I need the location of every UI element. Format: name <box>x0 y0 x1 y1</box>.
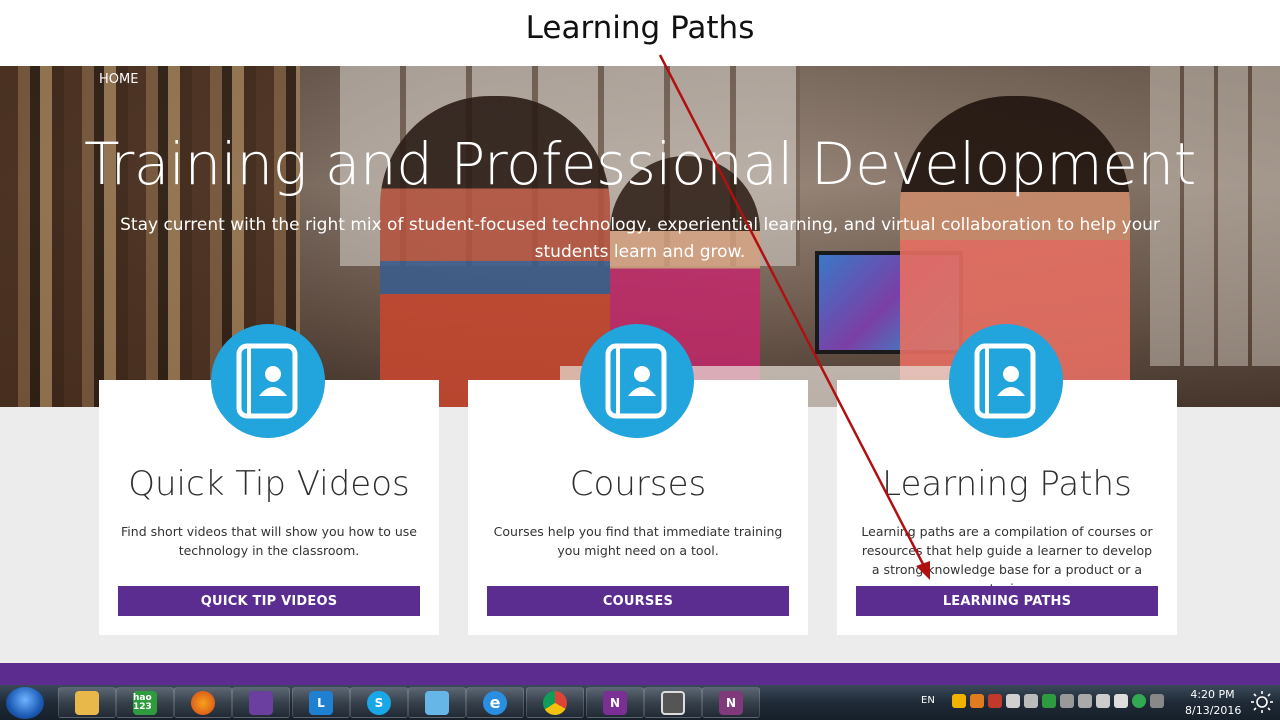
learning-paths-button[interactable]: LEARNING PATHS <box>856 586 1158 616</box>
brightness-icon[interactable] <box>1251 691 1273 713</box>
card-title: Courses <box>569 464 707 504</box>
courses-button[interactable]: COURSES <box>487 586 789 616</box>
card-description: Find short videos that will show you how… <box>121 524 417 558</box>
language-indicator[interactable]: EN <box>921 695 935 706</box>
tray-app-icon[interactable] <box>1006 694 1020 708</box>
tray-volume-icon[interactable] <box>1096 694 1110 708</box>
card-title: Quick Tip Videos <box>128 464 410 504</box>
slide-title: Learning Paths <box>525 10 755 46</box>
tray-app-icon[interactable] <box>1150 694 1164 708</box>
card-quick-tip-videos: Quick Tip Videos Find short videos that … <box>99 324 439 635</box>
firefox-icon <box>191 690 215 715</box>
taskbar-app-internet-explorer[interactable]: e <box>466 687 524 718</box>
tray-signal-icon[interactable] <box>1078 694 1092 708</box>
taskbar-app-firefox[interactable] <box>174 687 232 718</box>
windows-start-icon[interactable] <box>6 687 44 719</box>
tray-flag-icon[interactable] <box>988 694 1002 708</box>
tray-app-icon[interactable] <box>970 694 984 708</box>
network-sync-icon <box>425 690 449 715</box>
tray-app-icon[interactable] <box>1024 694 1038 708</box>
tray-network-icon[interactable] <box>1060 694 1074 708</box>
movie-maker-icon <box>661 690 685 715</box>
taskbar-app-onenote[interactable]: N <box>702 687 760 718</box>
taskbar-app-movie-maker[interactable] <box>644 687 702 718</box>
hao123-icon: hao 123 <box>133 690 157 715</box>
skype-icon: S <box>367 690 391 715</box>
quick-tip-videos-button[interactable]: QUICK TIP VIDEOS <box>118 586 420 616</box>
taskbar-app-file-explorer[interactable] <box>58 687 116 718</box>
page-subtitle: Stay current with the right mix of stude… <box>120 215 1160 262</box>
tray-app-icon[interactable] <box>1114 694 1128 708</box>
card-description: Courses help you find that immediate tra… <box>493 524 783 558</box>
taskbar-app-hao123[interactable]: hao 123 <box>116 687 174 718</box>
taskbar-app-skype[interactable]: S <box>350 687 408 718</box>
taskbar-app-onenote-clipper[interactable]: N <box>586 687 644 718</box>
internet-explorer-icon: e <box>483 690 507 715</box>
taskbar-app-network[interactable] <box>408 687 466 718</box>
breadcrumb-home[interactable]: HOME <box>99 72 138 87</box>
chrome-icon <box>543 690 567 715</box>
page-title: Training and Professional Development <box>84 130 1196 198</box>
card-courses: Courses Courses help you find that immed… <box>468 324 808 635</box>
clock-time[interactable]: 4:20 PM <box>1185 688 1240 701</box>
contact-book-icon <box>949 324 1063 438</box>
lync-icon: L <box>309 690 333 715</box>
footer-band <box>0 663 1280 685</box>
tray-app-icon[interactable] <box>952 694 966 708</box>
visual-studio-icon <box>249 690 273 715</box>
clock-date[interactable]: 8/13/2016 <box>1185 704 1241 717</box>
window-background-right <box>1150 66 1280 366</box>
contact-book-icon <box>580 324 694 438</box>
system-tray <box>952 694 1164 708</box>
file-explorer-icon <box>75 690 99 715</box>
onenote-icon: N <box>719 690 743 715</box>
onenote-clipper-icon: N <box>603 690 627 715</box>
taskbar-app-visual-studio[interactable] <box>232 687 290 718</box>
tray-app-icon[interactable] <box>1042 694 1056 708</box>
taskbar-app-lync[interactable]: L <box>292 687 350 718</box>
contact-book-icon <box>211 324 325 438</box>
card-title: Learning Paths <box>882 464 1132 504</box>
card-learning-paths: Learning Paths Learning paths are a comp… <box>837 324 1177 635</box>
taskbar-app-chrome[interactable] <box>526 687 584 718</box>
tray-app-icon[interactable] <box>1132 694 1146 708</box>
